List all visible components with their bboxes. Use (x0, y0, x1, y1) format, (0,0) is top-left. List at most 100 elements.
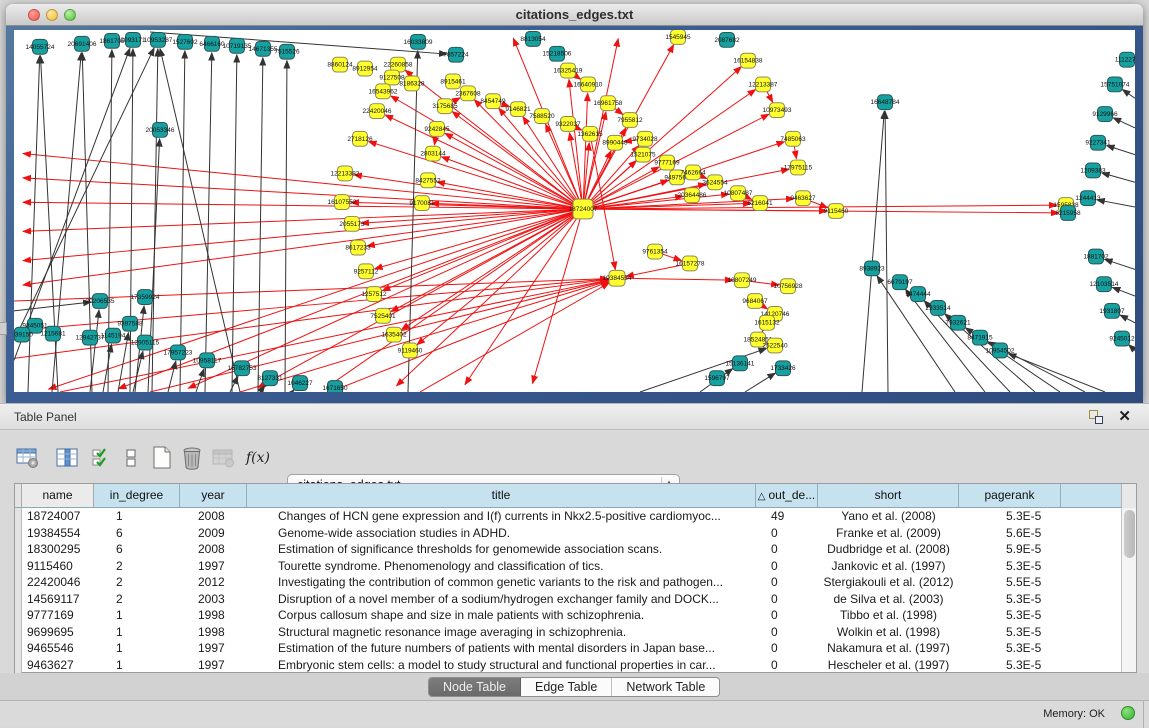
network-node[interactable]: 8938923 (859, 261, 885, 276)
network-node[interactable]: 10756928 (774, 279, 803, 294)
network-node[interactable]: 2093171 (120, 32, 146, 47)
network-node[interactable]: 9245012 (1109, 331, 1135, 346)
network-node[interactable]: 9761354 (642, 244, 668, 259)
table-row[interactable]: 1456911722003Disruption of a novel membe… (15, 591, 1123, 608)
network-edge[interactable] (23, 154, 583, 209)
network-node[interactable]: 9257112 (354, 264, 379, 279)
tab-network-table[interactable]: Network Table (612, 678, 719, 696)
network-edge[interactable] (90, 310, 99, 392)
network-edge[interactable] (885, 111, 888, 392)
network-node[interactable]: 12213387 (749, 77, 778, 92)
network-node[interactable]: 1209383 (1080, 163, 1106, 178)
network-node[interactable]: 15751074 (1101, 77, 1130, 92)
network-node[interactable]: 2718126 (347, 131, 373, 146)
column-header-pagerank[interactable]: pagerank (959, 484, 1061, 507)
network-node[interactable]: 9734028 (632, 131, 658, 146)
column-header-short[interactable]: short (818, 484, 959, 507)
select-rows-icon[interactable] (88, 444, 116, 472)
network-edge[interactable] (14, 302, 91, 311)
column-header-title[interactable]: title (247, 484, 756, 507)
network-edge[interactable] (583, 39, 618, 209)
network-node[interactable]: 16961758 (594, 96, 623, 111)
scrollbar-thumb[interactable] (1124, 510, 1135, 558)
network-node[interactable]: 8454749 (480, 94, 506, 109)
network-node[interactable]: 9463627 (790, 191, 816, 206)
network-node[interactable]: 1521075 (630, 147, 656, 162)
network-node[interactable]: 1527602 (172, 34, 198, 49)
network-node[interactable]: 1112273 (1115, 52, 1135, 67)
network-node[interactable]: 12905115 (131, 335, 160, 350)
network-node[interactable]: 15136141 (726, 356, 755, 371)
network-node[interactable]: 17975115 (784, 160, 813, 175)
network-edge[interactable] (49, 209, 583, 389)
network-edge[interactable] (168, 361, 176, 392)
table-row[interactable]: 1830029562008Estimation of significance … (15, 541, 1123, 558)
column-header-name[interactable]: name (22, 484, 94, 507)
network-node[interactable]: 15218506 (543, 46, 572, 61)
network-edge[interactable] (180, 51, 185, 392)
column-visibility-icon[interactable] (54, 444, 82, 472)
network-node[interactable]: 1635402 (381, 327, 407, 342)
vertical-scrollbar[interactable] (1121, 508, 1136, 672)
network-edge[interactable] (258, 58, 263, 392)
network-edge[interactable] (14, 279, 608, 358)
network-node[interactable]: 20053346 (146, 122, 175, 137)
network-node[interactable]: 9146821 (505, 102, 531, 117)
network-edge[interactable] (118, 209, 583, 389)
network-node[interactable]: 8427552 (415, 173, 441, 188)
network-edge[interactable] (23, 209, 583, 261)
network-node[interactable]: 18807249 (728, 273, 757, 288)
network-node[interactable]: 9322037 (555, 117, 581, 132)
checkbox-list-icon[interactable] (118, 444, 146, 472)
network-node[interactable]: 16543962 (369, 84, 398, 99)
network-node[interactable]: 16648784 (871, 95, 900, 110)
network-node[interactable]: 6466160 (199, 36, 225, 51)
table-row[interactable]: 946362711997Embryonic stem cells: a mode… (15, 657, 1123, 674)
network-node[interactable]: 1881702 (1083, 249, 1109, 264)
network-edge[interactable] (862, 111, 884, 392)
network-node[interactable]: 9119460 (398, 343, 423, 358)
column-header-out_degree[interactable]: △out_de... (756, 484, 818, 507)
network-node[interactable]: 3624554 (702, 175, 728, 190)
network-canvas[interactable]: 1872400719384554886012489129542226085891… (14, 30, 1135, 392)
network-edge[interactable] (1097, 200, 1135, 207)
import-table-icon-disabled[interactable] (210, 444, 238, 472)
network-edge[interactable] (1008, 354, 1105, 392)
network-node[interactable]: 10719135 (223, 38, 252, 53)
network-node[interactable]: 7955812 (617, 113, 643, 128)
network-node[interactable]: 9115460 (824, 204, 849, 219)
network-node[interactable]: 12213382 (331, 166, 360, 181)
network-node[interactable]: 9397588 (117, 316, 143, 331)
table-row[interactable]: 1872400712008Changes of HCN gene express… (15, 508, 1123, 525)
table-row[interactable]: 911546021997Tourette syndrome. Phenomeno… (15, 558, 1123, 575)
table-row[interactable]: 946554611997Estimation of the future num… (15, 640, 1123, 657)
table-options-icon[interactable] (14, 444, 42, 472)
network-edge[interactable] (640, 348, 767, 392)
network-edge[interactable] (160, 49, 240, 392)
network-edge[interactable] (408, 51, 418, 392)
tab-edge-table[interactable]: Edge Table (521, 678, 612, 696)
table-row[interactable]: 2242004622012Investigating the contribut… (15, 574, 1123, 591)
table-row[interactable]: 1938455462009Genome-wide association stu… (15, 525, 1123, 542)
network-edge[interactable] (401, 209, 583, 330)
network-edge[interactable] (28, 56, 40, 392)
network-edge[interactable] (292, 390, 294, 392)
network-node[interactable]: 8912954 (352, 61, 378, 76)
float-panel-icon[interactable] (1089, 410, 1103, 424)
function-builder-icon[interactable]: f(x) (244, 444, 272, 472)
network-node[interactable]: 16033809 (404, 34, 433, 49)
network-edge[interactable] (230, 376, 238, 392)
network-edge[interactable] (617, 278, 733, 280)
network-node[interactable]: 9684067 (742, 294, 768, 309)
network-edge[interactable] (1107, 146, 1135, 155)
tab-node-table[interactable]: Node Table (429, 678, 521, 696)
network-node[interactable]: 17359924 (131, 290, 160, 305)
network-node[interactable]: 9227341 (1085, 135, 1111, 150)
delete-table-icon[interactable] (178, 444, 206, 472)
network-node[interactable]: 16107552 (328, 195, 357, 210)
network-node[interactable]: 7485063 (780, 131, 806, 146)
network-edge[interactable] (1129, 345, 1135, 351)
network-node[interactable]: 17957223 (164, 345, 193, 360)
network-node[interactable]: 10958117 (193, 353, 222, 368)
window-titlebar[interactable]: citations_edges.txt (6, 4, 1143, 26)
